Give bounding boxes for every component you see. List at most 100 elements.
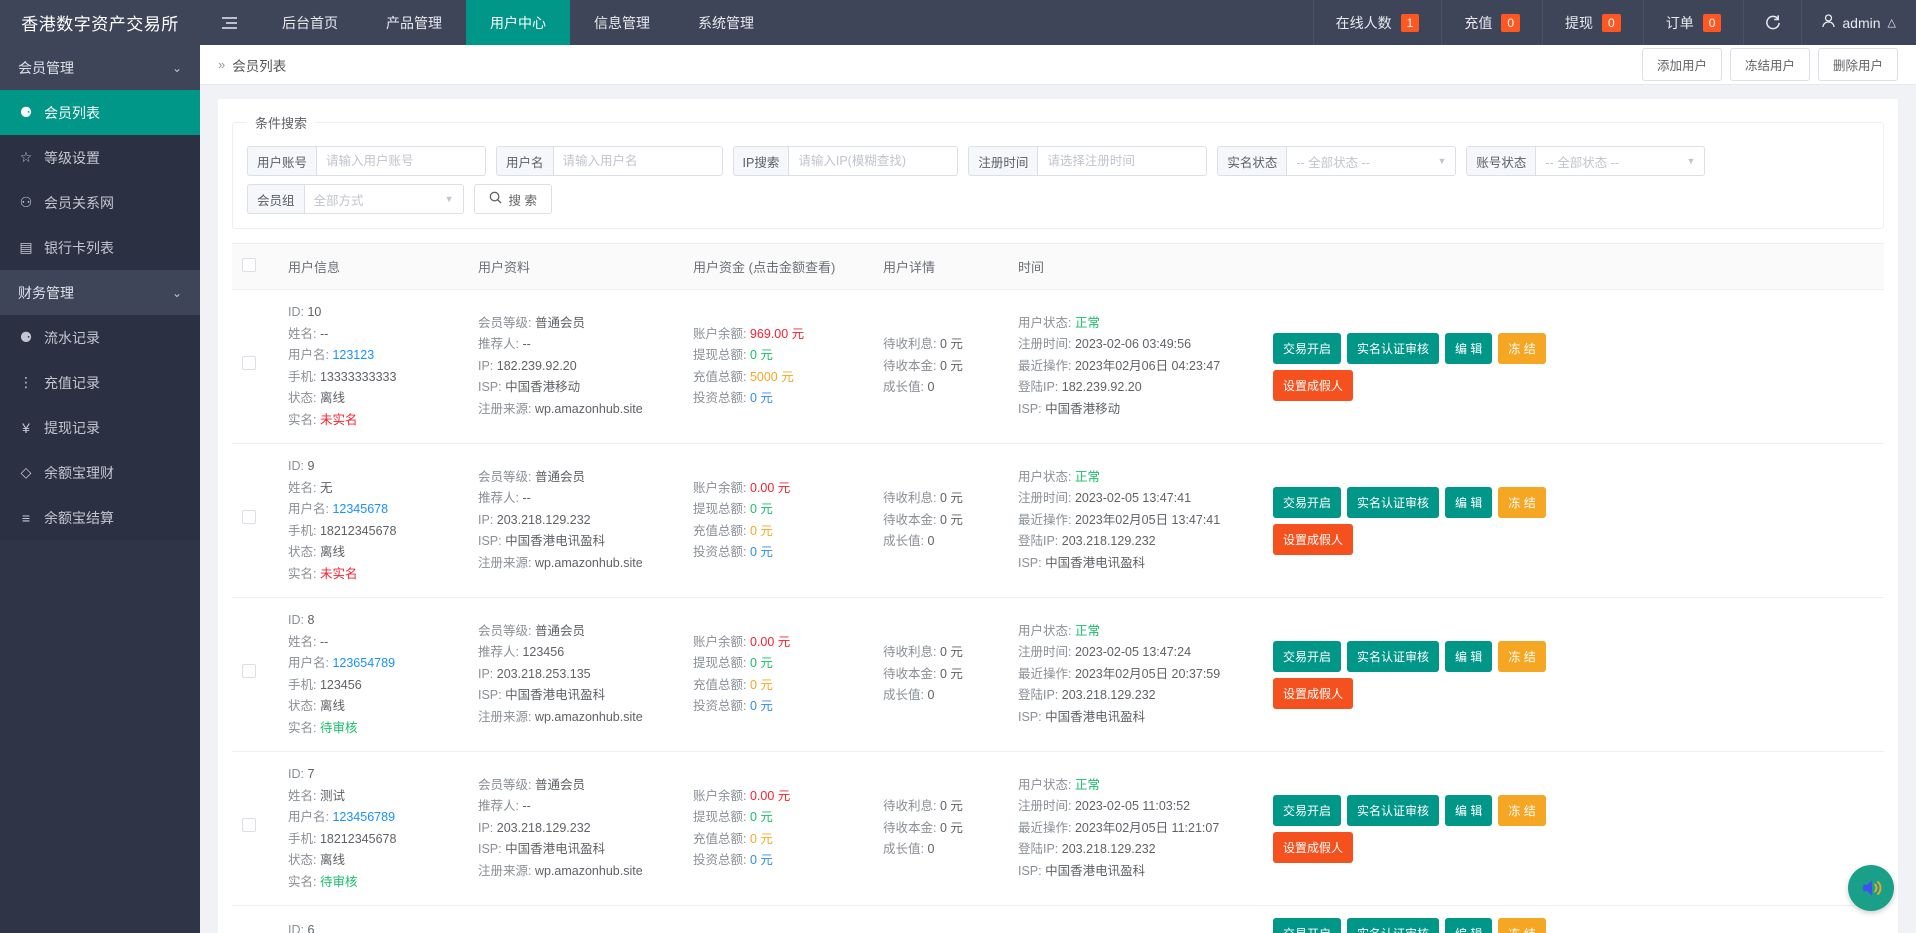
filter-select-r1-5[interactable]: -- 全部状态 -- ▼ — [1535, 146, 1706, 176]
stat-item-0[interactable]: 在线人数 1 — [1312, 0, 1442, 45]
nav-item-2[interactable]: 用户中心 — [466, 0, 570, 45]
edit-button[interactable]: 编 辑 — [1445, 794, 1493, 826]
user-icon: ⚈ — [19, 104, 33, 120]
select-all-checkbox[interactable] — [242, 258, 256, 272]
freeze-button[interactable]: 冻 结 — [1498, 486, 1546, 518]
sidebar-item-card-0-3[interactable]: ▤ 银行卡列表 — [0, 225, 200, 270]
filter-input-r1-2[interactable] — [788, 146, 959, 176]
edit-button[interactable]: 编 辑 — [1445, 640, 1493, 672]
nav-item-4[interactable]: 系统管理 — [674, 0, 778, 45]
reg-ip-value: 182.239.92.20 — [496, 358, 577, 373]
cell-actions: 交易开启实名认证审核编 辑冻 结设置成假人 — [1263, 597, 1884, 752]
freeze-button[interactable]: 冻 结 — [1498, 918, 1546, 933]
user-username-value[interactable]: 123123 — [332, 348, 374, 362]
user-id-label: ID: — [288, 613, 308, 627]
user-phone: 手机: 18212345678 — [288, 829, 458, 851]
growth-value: 成长值: 0 — [883, 531, 998, 553]
nav-item-1[interactable]: 产品管理 — [362, 0, 466, 45]
sidebar-item-diamond-1-3[interactable]: ◇ 余额宝理财 — [0, 450, 200, 495]
row-checkbox[interactable] — [242, 663, 256, 678]
sidebar-group-0[interactable]: 会员管理 ⌄ — [0, 45, 200, 90]
table-row: ID: 6姓名: 无用户名: 1234567会员等级: 普通会员推荐人: --账… — [232, 905, 1884, 933]
stat-item-3[interactable]: 订单 0 — [1642, 0, 1744, 45]
login-isp: ISP: 中国香港移动 — [1018, 399, 1253, 421]
edit-button[interactable]: 编 辑 — [1445, 486, 1493, 518]
user-online-status: 状态: 离线 — [288, 388, 458, 410]
sidebar-item-dots-1-1[interactable]: ⋮ 充值记录 — [0, 360, 200, 405]
set-fake-button[interactable]: 设置成假人 — [1273, 523, 1354, 555]
filter-input-r1-3[interactable] — [1037, 146, 1208, 176]
member-level-value: 普通会员 — [534, 623, 585, 638]
realname-audit-button[interactable]: 实名认证审核 — [1347, 486, 1440, 518]
user-realname-field: 姓名: -- — [288, 632, 458, 654]
last-operation-time-label: 最近操作: — [1018, 358, 1075, 373]
last-operation-time-value: 2023年02月05日 20:37:59 — [1074, 666, 1221, 681]
account-balance-value: 0.00 元 — [749, 788, 791, 803]
refresh-icon[interactable] — [1743, 0, 1801, 45]
trade-enable-button[interactable]: 交易开启 — [1273, 332, 1342, 364]
realname-audit-button[interactable]: 实名认证审核 — [1347, 918, 1440, 933]
row-checkbox[interactable] — [242, 509, 256, 524]
realname-audit-button[interactable]: 实名认证审核 — [1347, 332, 1440, 364]
login-isp: ISP: 中国香港电讯盈科 — [1018, 861, 1253, 883]
sidebar-item-users-0-2[interactable]: ⚇ 会员关系网 — [0, 180, 200, 225]
sound-icon[interactable] — [1848, 865, 1894, 911]
isp: ISP: 中国香港电讯盈科 — [478, 531, 673, 553]
freeze-button[interactable]: 冻 结 — [1498, 794, 1546, 826]
filter-select-r1-4[interactable]: -- 全部状态 -- ▼ — [1286, 146, 1457, 176]
nav-item-0[interactable]: 后台首页 — [258, 0, 362, 45]
user-menu[interactable]: admin △ — [1801, 0, 1916, 45]
set-fake-button[interactable]: 设置成假人 — [1273, 831, 1354, 863]
sidebar-item-yen-1-2[interactable]: ¥ 提现记录 — [0, 405, 200, 450]
sidebar-item-list-1-4[interactable]: ≡ 余额宝结算 — [0, 495, 200, 540]
freeze-button[interactable]: 冻 结 — [1498, 640, 1546, 672]
filter-group-r1-3: 注册时间 — [968, 146, 1208, 176]
search-button[interactable]: 搜 索 — [473, 184, 552, 214]
filter-input-r1-0[interactable] — [316, 146, 487, 176]
user-username-value[interactable]: 12345678 — [332, 502, 388, 516]
delete-user-button[interactable]: 删除用户 — [1817, 48, 1898, 81]
trade-enable-button[interactable]: 交易开启 — [1273, 918, 1342, 933]
trade-enable-button[interactable]: 交易开启 — [1273, 794, 1342, 826]
sidebar-item-label: 余额宝结算 — [44, 509, 114, 526]
content-region: 条件搜索 用户账号用户名IP搜索注册时间实名状态-- 全部状态 --▼账号状态-… — [200, 85, 1916, 933]
login-isp: ISP: 中国香港电讯盈科 — [1018, 707, 1253, 729]
nav-item-3[interactable]: 信息管理 — [570, 0, 674, 45]
row-checkbox[interactable] — [242, 355, 256, 370]
user-phone-value: 13333333333 — [319, 369, 397, 384]
realname-audit-button[interactable]: 实名认证审核 — [1347, 794, 1440, 826]
trade-enable-button[interactable]: 交易开启 — [1273, 486, 1342, 518]
freeze-button[interactable]: 冻 结 — [1498, 332, 1546, 364]
realname-audit-button[interactable]: 实名认证审核 — [1347, 640, 1440, 672]
edit-button[interactable]: 编 辑 — [1445, 332, 1493, 364]
sidebar-group-1[interactable]: 财务管理 ⌄ — [0, 270, 200, 315]
filter-select-r2-0[interactable]: 全部方式 ▼ — [303, 184, 464, 214]
sidebar-item-user-1-0[interactable]: ⚈ 流水记录 — [0, 315, 200, 360]
user-state-label: 用户状态: — [1018, 315, 1075, 330]
freeze-user-button[interactable]: 冻结用户 — [1729, 48, 1810, 81]
user-phone-label: 手机: — [288, 523, 320, 538]
sidebar-item-star-0-1[interactable]: ☆ 等级设置 — [0, 135, 200, 180]
edit-button[interactable]: 编 辑 — [1445, 918, 1493, 933]
filter-input-r1-1[interactable] — [552, 146, 723, 176]
reg-ip: IP: 203.218.129.232 — [478, 818, 673, 840]
stat-item-2[interactable]: 提现 0 — [1542, 0, 1643, 45]
menu-icon[interactable] — [200, 0, 258, 45]
login-ip: 登陆IP: 203.218.129.232 — [1018, 839, 1253, 861]
invest-total: 投资总额: 0 元 — [693, 850, 863, 872]
referrer: 推荐人: -- — [478, 796, 673, 818]
stat-item-1[interactable]: 充值 0 — [1441, 0, 1542, 45]
trade-enable-button[interactable]: 交易开启 — [1273, 640, 1342, 672]
user-id-label: ID: — [288, 922, 308, 933]
user-username-value[interactable]: 123456789 — [332, 810, 395, 824]
sidebar-item-user-0-0[interactable]: ⚈ 会员列表 — [0, 90, 200, 135]
user-username-value[interactable]: 123654789 — [332, 656, 395, 670]
cell-actions: 交易开启实名认证审核编 辑冻 结设置成假人 — [1263, 443, 1884, 598]
add-user-button[interactable]: 添加用户 — [1641, 48, 1722, 81]
filter-select-value-r1-5: -- 全部状态 -- — [1545, 155, 1619, 170]
filter-label-r1-2: IP搜索 — [732, 146, 789, 176]
set-fake-button[interactable]: 设置成假人 — [1273, 369, 1354, 401]
pending-interest: 待收利息: 0 元 — [883, 642, 998, 664]
set-fake-button[interactable]: 设置成假人 — [1273, 677, 1354, 709]
row-checkbox[interactable] — [242, 817, 256, 832]
